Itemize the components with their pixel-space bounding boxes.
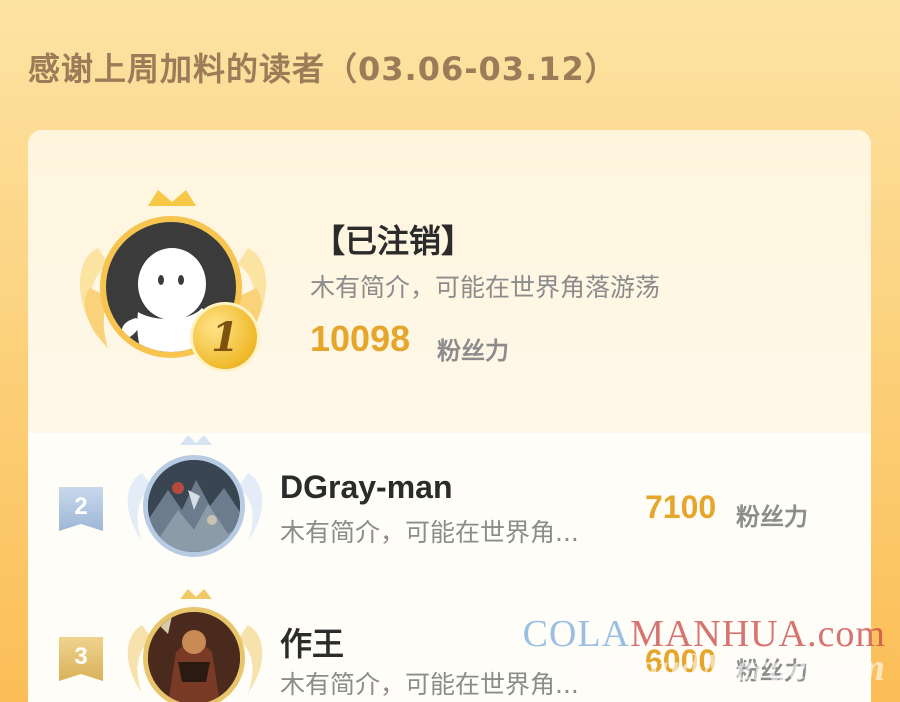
fan-power-score: 7100 [645, 489, 717, 525]
rank-flag: 2 [59, 487, 103, 531]
anime-avatar-image [148, 612, 240, 702]
reader-ranking-card: 1 【已注销】 木有简介，可能在世界角落游荡 10098 粉丝力 2 DGray… [28, 130, 871, 702]
rank-badge: 1 [190, 302, 260, 372]
top-reader-entry[interactable]: 1 【已注销】 木有简介，可能在世界角落游荡 10098 粉丝力 [28, 130, 871, 433]
reader-bio: 木有简介，可能在世界角... [280, 518, 579, 547]
reader-row[interactable]: 3 作王 木有简介，可能在世界角... 6000 粉丝力 [28, 585, 871, 702]
reader-bio: 木有简介，可能在世界角... [280, 670, 579, 699]
reader-name[interactable]: DGray-man [280, 469, 453, 506]
avatar-frame [120, 585, 270, 702]
rank-flag: 3 [59, 637, 103, 681]
fan-power-unit: 粉丝力 [736, 503, 808, 531]
fan-power-score: 10098 [310, 318, 411, 359]
avatar[interactable] [143, 455, 245, 557]
fan-power-score: 6000 [645, 643, 717, 679]
reader-bio: 木有简介，可能在世界角落游荡 [310, 273, 661, 302]
avatar-frame: 1 [68, 178, 278, 378]
fan-power-unit: 粉丝力 [437, 337, 509, 365]
avatar-frame [120, 433, 270, 573]
page-title: 感谢上周加料的读者（03.06-03.12） [28, 50, 618, 88]
avatar[interactable] [143, 607, 245, 702]
reader-name[interactable]: 【已注销】 [313, 216, 473, 262]
reader-row[interactable]: 2 DGray-man 木有简介，可能在世界角... 7100 粉丝力 [28, 433, 871, 583]
fan-power-unit: 粉丝力 [736, 657, 808, 685]
reader-name[interactable]: 作王 [280, 619, 344, 665]
anime-avatar-image [148, 460, 240, 552]
